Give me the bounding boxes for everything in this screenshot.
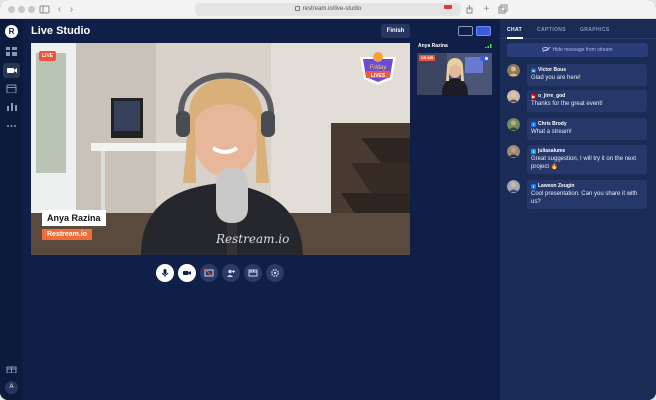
panel-tabs: CHAT CAPTIONS GRAPHICS — [500, 19, 656, 39]
lower-third-organization[interactable]: Restream.io — [42, 229, 93, 240]
restream-logo[interactable]: R — [5, 25, 18, 38]
video-camera-icon — [183, 271, 191, 275]
tab-chat[interactable]: CHAT — [507, 27, 522, 33]
page-title: Live Studio — [31, 25, 91, 37]
message-bubble: f Chris Brody What a stream! — [527, 118, 647, 140]
message-bubble: f Lawson Zeugin Cool presentation. Can yo… — [527, 180, 647, 209]
lock-icon — [294, 6, 300, 11]
app-window: ‹ › restream.io/live-studio + R A Live S… — [0, 0, 656, 400]
screen-share-icon — [204, 269, 214, 277]
nav-item-studio[interactable] — [3, 63, 20, 78]
message-author: Victor Bous — [538, 67, 566, 73]
share-icon[interactable] — [463, 3, 476, 16]
studio-area: Live Studio Finish Restream.io LIVE Frid… — [23, 19, 500, 400]
tab-captions[interactable]: CAPTIONS — [537, 27, 566, 33]
message-author: juliasalume — [538, 148, 566, 154]
message-bubble: t juliasalume Great suggestion, I will tr… — [527, 145, 647, 174]
more-icon[interactable] — [6, 121, 17, 130]
lower-third-name[interactable]: Anya Razina — [42, 210, 106, 226]
facebook-icon: f — [531, 121, 536, 127]
gift-icon[interactable] — [6, 364, 17, 373]
sidebar-toggle-icon[interactable] — [38, 3, 51, 16]
user-avatar — [507, 180, 520, 193]
microphone-button[interactable] — [156, 264, 174, 282]
svg-text:LIVES: LIVES — [371, 73, 386, 79]
hide-message-label: Hide message from stream — [552, 47, 613, 53]
camera-button[interactable] — [178, 264, 196, 282]
message-text: Glad you are here! — [531, 75, 581, 81]
settings-icon — [271, 269, 279, 277]
invite-guest-button[interactable] — [222, 264, 240, 282]
message-text: Great suggestion, I will try it on the n… — [531, 156, 637, 170]
url-text: restream.io/live-studio — [302, 6, 362, 12]
invite-guest-icon — [227, 269, 235, 277]
screen-share-button[interactable] — [200, 264, 218, 282]
active-tab-indicator — [507, 37, 523, 39]
user-avatar — [507, 90, 520, 103]
zoom-window-button[interactable] — [28, 6, 35, 13]
video-camera-icon — [7, 68, 17, 73]
layout-single-button[interactable] — [458, 26, 473, 36]
guest-name: Anya Razina — [418, 43, 448, 49]
tab-overview-icon[interactable] — [496, 3, 509, 16]
settings-button[interactable] — [266, 264, 284, 282]
message-author: o_jirre_god — [538, 93, 566, 99]
svg-text:Friday: Friday — [370, 65, 388, 71]
guest-preview[interactable]: ON AIR — [417, 53, 492, 95]
minimize-window-button[interactable] — [18, 6, 25, 13]
eye-off-icon — [542, 47, 550, 51]
message-author: Lawson Zeugin — [538, 183, 575, 189]
signal-strength-icon — [485, 44, 492, 48]
youtube-icon: ▶ — [531, 93, 536, 99]
new-tab-icon[interactable]: + — [480, 3, 493, 16]
left-navigation: R A — [0, 19, 23, 400]
camera-in-use-icon — [444, 5, 452, 9]
facebook-icon: f — [531, 183, 536, 189]
forward-icon[interactable]: › — [65, 3, 78, 16]
user-avatar[interactable]: A — [5, 381, 18, 394]
chat-panel: CHAT CAPTIONS GRAPHICS Hide message from… — [500, 19, 656, 400]
svg-text:Restream.io: Restream.io — [215, 232, 289, 246]
grid-icon[interactable] — [6, 47, 17, 56]
microphone-icon — [161, 269, 169, 277]
guest-on-stage-toggle[interactable] — [480, 56, 489, 61]
message-text: Cool presentation. Can you share it with… — [531, 191, 638, 205]
finish-button[interactable]: Finish — [381, 24, 410, 38]
main-stage-video[interactable]: Restream.io LIVE Friday LIVES Anya Razin… — [31, 43, 410, 255]
film-icon — [248, 269, 258, 277]
user-avatar — [507, 118, 520, 131]
message-text: Thanks for the great event! — [531, 101, 603, 107]
layout-side-by-side-button[interactable] — [476, 26, 491, 36]
twitter-icon: t — [531, 148, 536, 154]
linkedin-icon: in — [531, 67, 536, 73]
user-avatar — [507, 64, 520, 77]
friday-lives-sticker: Friday LIVES — [360, 52, 396, 85]
analytics-icon[interactable] — [6, 102, 17, 111]
user-avatar — [507, 145, 520, 158]
message-bubble: ▶ o_jirre_god Thanks for the great event! — [527, 90, 647, 112]
browser-toolbar: ‹ › restream.io/live-studio + — [0, 0, 656, 19]
close-window-button[interactable] — [8, 6, 15, 13]
live-badge: LIVE — [39, 51, 57, 61]
guest-on-air-badge: ON AIR — [419, 55, 436, 61]
message-text: What a stream! — [531, 129, 572, 135]
message-bubble: in Victor Bous Glad you are here! — [527, 64, 647, 86]
address-bar[interactable]: restream.io/live-studio — [195, 3, 461, 16]
calendar-icon[interactable] — [6, 84, 17, 93]
message-author: Chris Brody — [538, 121, 567, 127]
hide-message-button[interactable]: Hide message from stream — [507, 43, 648, 57]
tab-graphics[interactable]: GRAPHICS — [580, 27, 610, 33]
video-clips-button[interactable] — [244, 264, 262, 282]
